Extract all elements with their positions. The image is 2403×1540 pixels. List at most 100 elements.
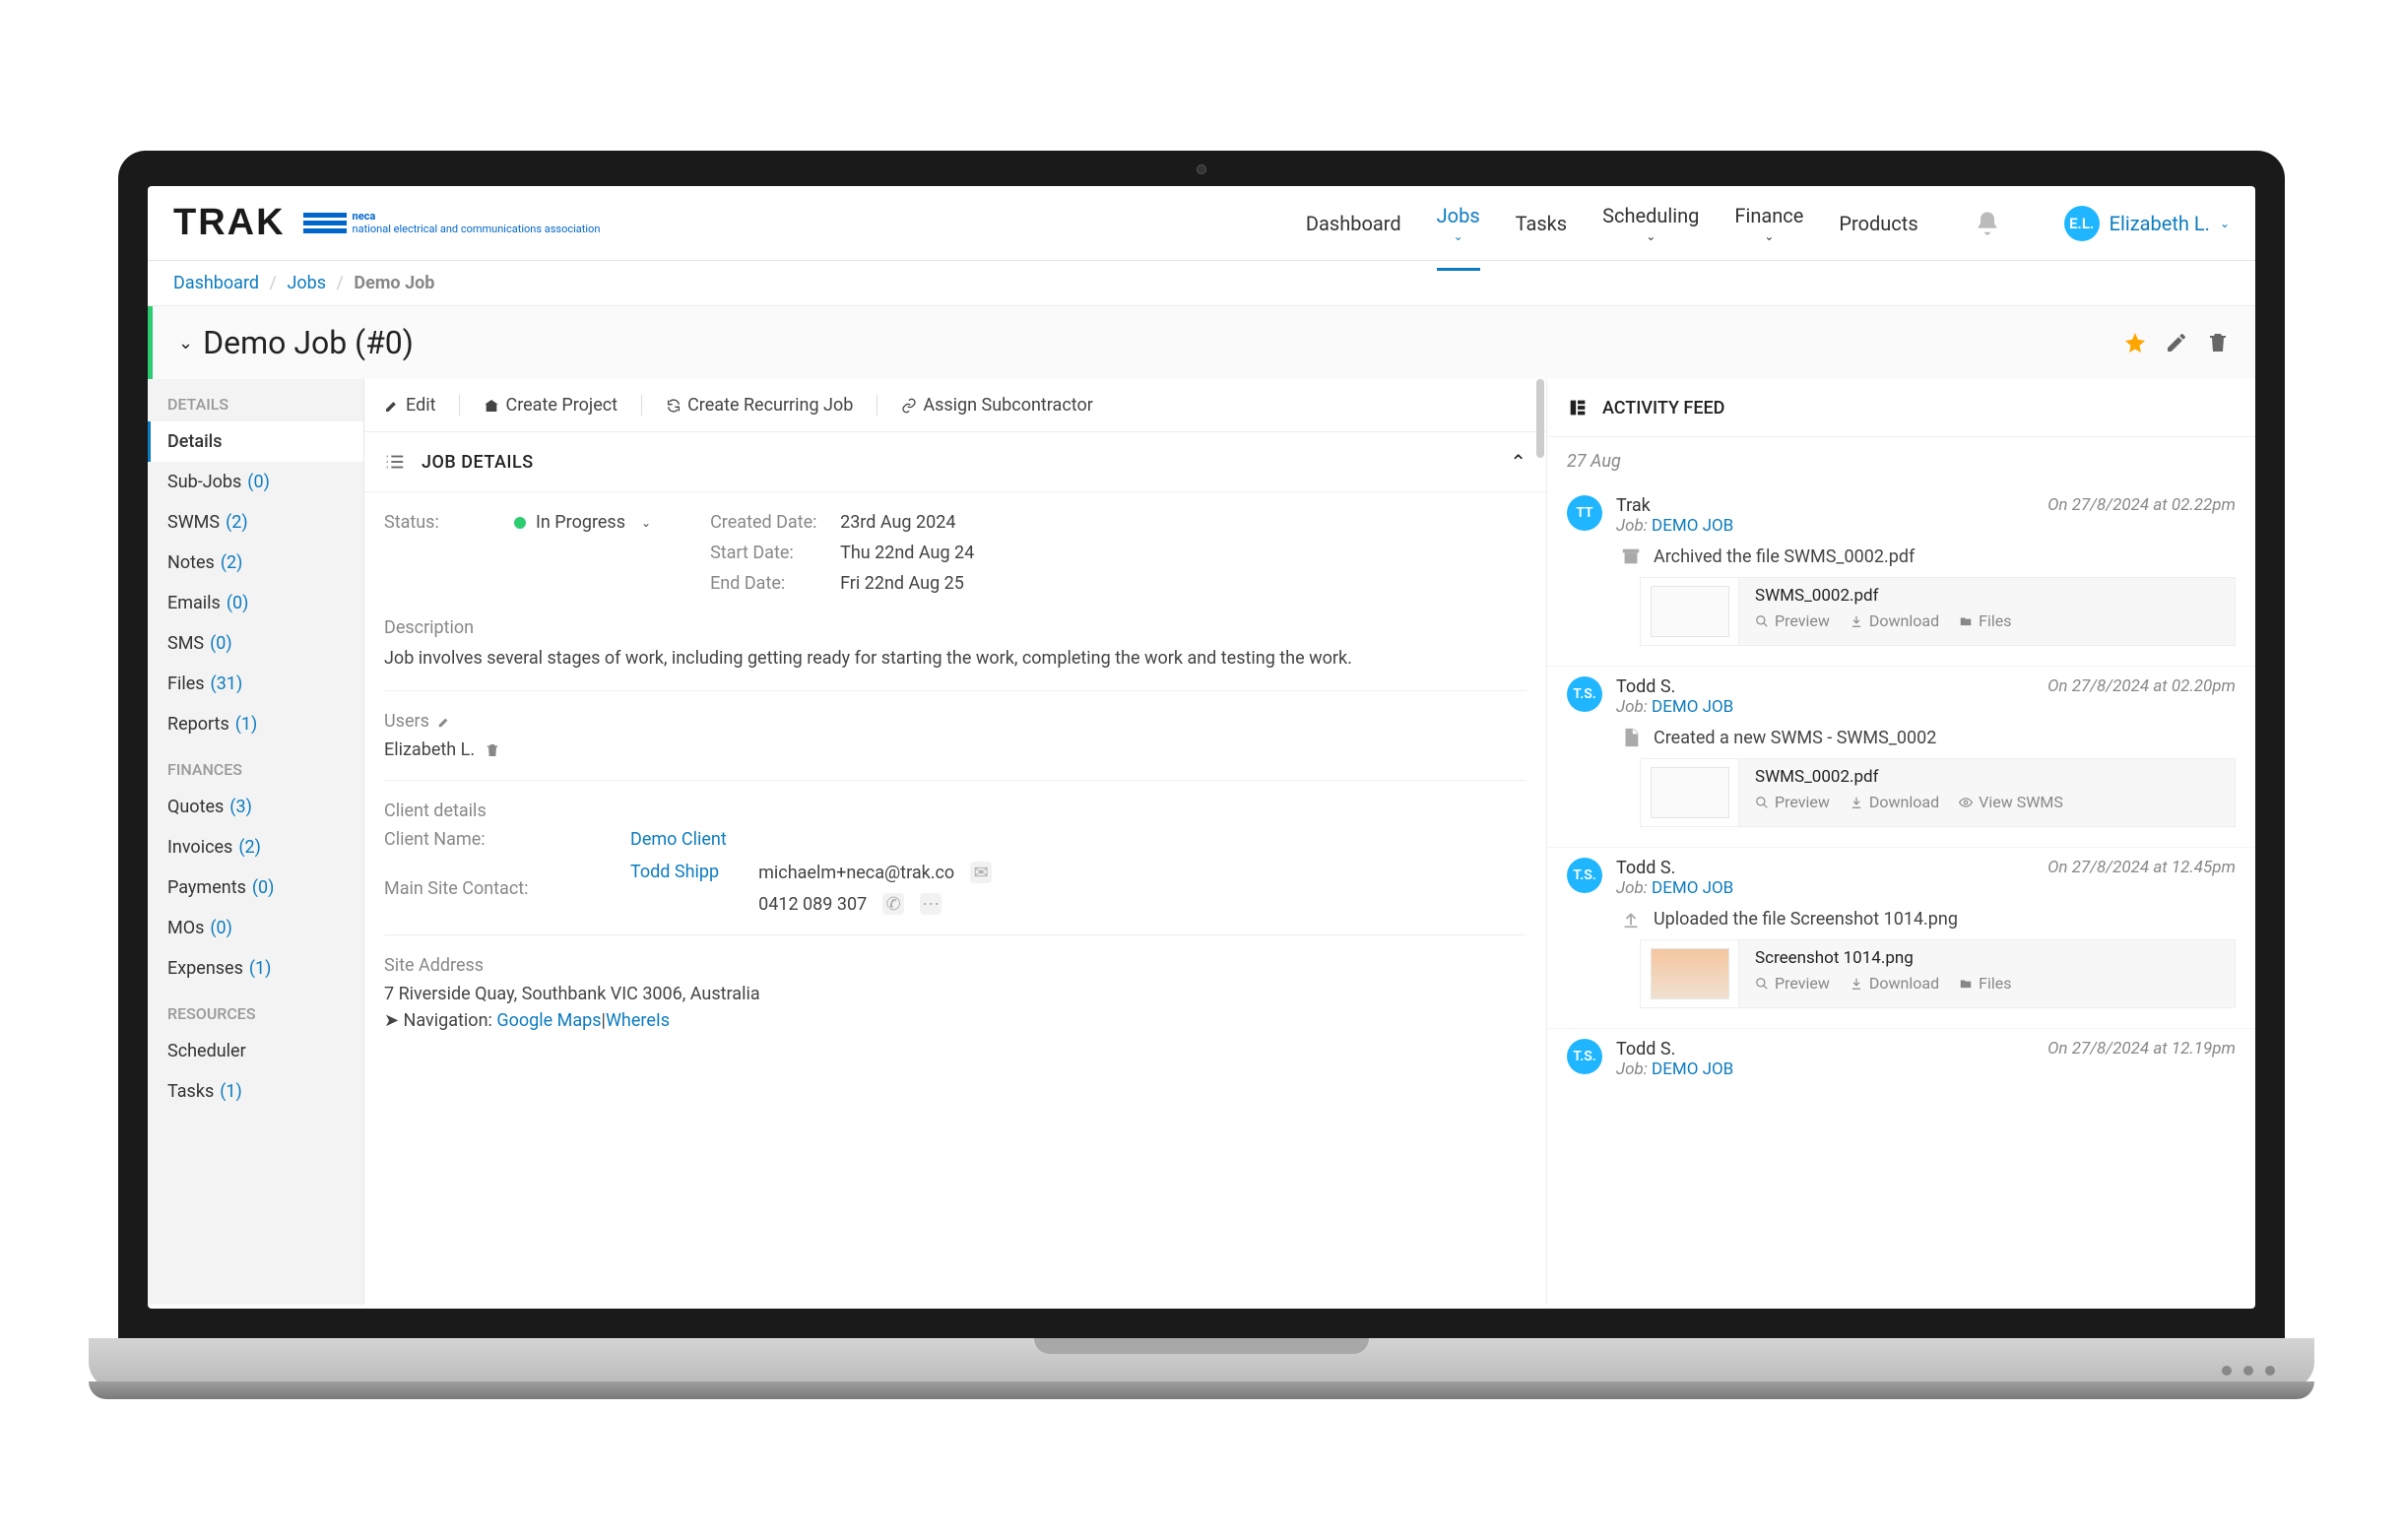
attachment-card: Screenshot 1014.png Preview Download Fil…: [1640, 939, 2236, 1008]
bell-icon[interactable]: [1974, 210, 2001, 237]
sidebar-item-notes[interactable]: Notes (2): [148, 543, 363, 583]
edit-icon[interactable]: [2165, 331, 2188, 354]
breadcrumb: Dashboard / Jobs / Demo Job: [148, 261, 2255, 306]
sidebar-item-details[interactable]: Details: [148, 421, 363, 462]
feed-avatar: TT: [1567, 495, 1602, 531]
nav-products[interactable]: Products: [1839, 212, 1917, 235]
whereis-link[interactable]: WhereIs: [606, 1010, 670, 1031]
refresh-icon: [666, 398, 682, 414]
download-icon: [1850, 977, 1863, 991]
file-icon: [1620, 727, 1642, 748]
eye-icon: [1959, 796, 1973, 809]
sidebar-item-files[interactable]: Files (31): [148, 664, 363, 704]
contact-email: michaelm+neca@trak.co: [758, 863, 954, 883]
client-name-link[interactable]: Demo Client: [630, 829, 1526, 850]
sidebar-item-expenses[interactable]: Expenses (1): [148, 948, 363, 989]
mail-icon[interactable]: ✉: [970, 862, 992, 883]
sidebar-item-mos[interactable]: MOs (0): [148, 908, 363, 948]
sidebar-item-payments[interactable]: Payments (0): [148, 867, 363, 908]
sidebar-item-reports[interactable]: Reports (1): [148, 704, 363, 744]
status-dropdown[interactable]: In Progress ⌄: [514, 512, 651, 533]
feed-job-link[interactable]: DEMO JOB: [1652, 878, 1733, 898]
feed-action-text: Uploaded the file Screenshot 1014.png: [1654, 909, 1958, 930]
download-icon: [1850, 796, 1863, 809]
create-project-button[interactable]: Create Project: [484, 395, 617, 416]
search-icon: [1755, 796, 1769, 809]
nav-scheduling[interactable]: Scheduling⌄: [1602, 204, 1699, 243]
sidebar-item-invoices[interactable]: Invoices (2): [148, 827, 363, 867]
create-recurring-button[interactable]: Create Recurring Job: [666, 395, 853, 416]
breadcrumb-jobs[interactable]: Jobs: [287, 273, 326, 293]
feed-user: Todd S.: [1616, 1039, 2034, 1059]
download-button[interactable]: Download: [1850, 793, 1939, 811]
sidebar-item-scheduler[interactable]: Scheduler: [148, 1031, 363, 1071]
preview-button[interactable]: Preview: [1755, 974, 1830, 993]
nav-finance[interactable]: Finance⌄: [1734, 204, 1803, 243]
files-button[interactable]: Files: [1959, 974, 2011, 993]
download-button[interactable]: Download: [1850, 974, 1939, 993]
feed-icon: [1567, 397, 1589, 418]
archive-icon: [1620, 545, 1642, 567]
feed-job-link[interactable]: DEMO JOB: [1652, 1059, 1733, 1079]
sidebar-item-sms[interactable]: SMS (0): [148, 623, 363, 664]
edit-button[interactable]: Edit: [384, 395, 435, 416]
activity-date-header: 27 Aug: [1547, 437, 2255, 485]
feed-user: Trak: [1616, 495, 2034, 516]
google-maps-link[interactable]: Google Maps: [496, 1010, 601, 1031]
feed-time: On 27/8/2024 at 12.45pm: [2047, 858, 2236, 877]
client-name-label: Client Name:: [384, 829, 611, 850]
preview-button[interactable]: Preview: [1755, 611, 1830, 630]
folder-icon: [1959, 614, 1973, 628]
feed-avatar: T.S.: [1567, 1039, 1602, 1074]
preview-button[interactable]: Preview: [1755, 793, 1830, 811]
feed-item: TT Trak Job: DEMO JOB On 27/8/2024 at 02…: [1547, 485, 2255, 667]
user-avatar: E.L.: [2064, 206, 2100, 241]
chevron-down-icon: ⌄: [1764, 229, 1774, 243]
nav-tasks[interactable]: Tasks: [1516, 212, 1568, 235]
sidebar-item-subjobs[interactable]: Sub-Jobs (0): [148, 462, 363, 502]
download-button[interactable]: Download: [1850, 611, 1939, 630]
trash-icon[interactable]: [485, 742, 500, 758]
assign-subcontractor-button[interactable]: Assign Subcontractor: [901, 395, 1093, 416]
collapse-toggle[interactable]: ⌄: [178, 333, 193, 353]
panel-title: JOB DETAILS: [422, 452, 534, 473]
site-address-value: 7 Riverside Quay, Southbank VIC 3006, Au…: [384, 984, 1526, 1004]
scrollbar[interactable]: [1536, 379, 1544, 458]
pencil-icon[interactable]: [437, 715, 451, 729]
feed-job-link[interactable]: DEMO JOB: [1652, 697, 1733, 717]
nav-jobs[interactable]: Jobs⌄: [1437, 204, 1480, 243]
phone-icon[interactable]: ✆: [882, 893, 904, 915]
trash-icon[interactable]: [2206, 331, 2230, 354]
collapse-panel-icon[interactable]: ⌃: [1510, 450, 1526, 474]
sms-icon[interactable]: ⋯: [920, 893, 942, 915]
download-icon: [1850, 614, 1863, 628]
user-menu[interactable]: E.L. Elizabeth L. ⌄: [2064, 206, 2230, 241]
feed-user: Todd S.: [1616, 858, 2034, 878]
feed-item: T.S. Todd S. Job: DEMO JOB On 27/8/2024 …: [1547, 848, 2255, 1029]
chevron-down-icon: ⌄: [1646, 229, 1656, 243]
sidebar-section-finances: FINANCES: [148, 744, 363, 787]
sidebar-item-swms[interactable]: SWMS (2): [148, 502, 363, 543]
view-swms-button[interactable]: View SWMS: [1959, 793, 2063, 811]
breadcrumb-current: Demo Job: [354, 273, 434, 293]
feed-job-link[interactable]: DEMO JOB: [1652, 516, 1733, 536]
sidebar-item-tasks[interactable]: Tasks (1): [148, 1071, 363, 1112]
sidebar-item-quotes[interactable]: Quotes (3): [148, 787, 363, 827]
feed-item: T.S. Todd S. Job: DEMO JOB On 27/8/2024 …: [1547, 667, 2255, 848]
attachment-thumbnail: [1641, 940, 1739, 1007]
status-label: Status:: [384, 512, 502, 533]
attachment-name: SWMS_0002.pdf: [1755, 586, 2219, 606]
star-icon[interactable]: [2123, 331, 2147, 354]
site-address-label: Site Address: [384, 955, 1526, 976]
end-date-label: End Date:: [710, 573, 828, 594]
sidebar-item-emails[interactable]: Emails (0): [148, 583, 363, 623]
breadcrumb-dashboard[interactable]: Dashboard: [173, 273, 259, 293]
files-button[interactable]: Files: [1959, 611, 2011, 630]
chevron-down-icon: ⌄: [1454, 229, 1463, 243]
search-icon: [1755, 977, 1769, 991]
feed-time: On 27/8/2024 at 12.19pm: [2047, 1039, 2236, 1059]
chevron-down-icon: ⌄: [641, 516, 651, 530]
main-contact-link[interactable]: Todd Shipp: [630, 862, 719, 882]
logo-trak: TRAK: [173, 202, 286, 244]
nav-dashboard[interactable]: Dashboard: [1306, 212, 1401, 235]
